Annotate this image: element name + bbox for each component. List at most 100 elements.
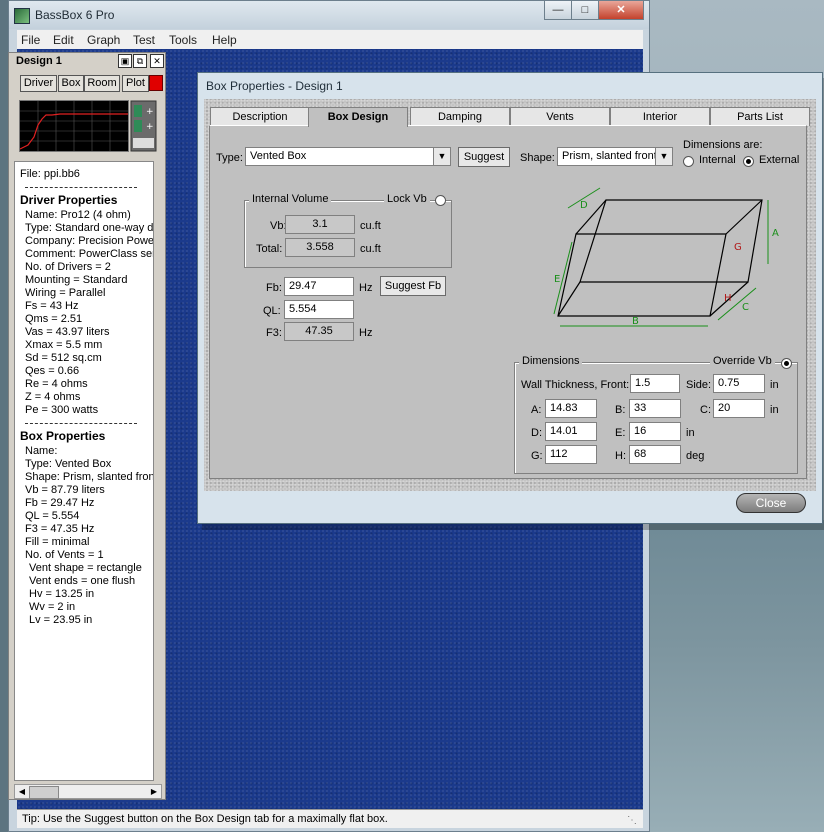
tab-box-design[interactable]: Box Design — [308, 107, 408, 127]
total-readout: 3.558 — [285, 238, 355, 257]
response-thumbnail-graph[interactable] — [19, 100, 129, 152]
b-field[interactable]: 33 — [629, 399, 681, 418]
suggest-fb-button[interactable]: Suggest Fb — [380, 276, 446, 296]
minimize-button[interactable]: — — [544, 1, 572, 20]
ql-field[interactable]: 5.554 — [284, 300, 354, 319]
box-button[interactable]: Box — [58, 75, 84, 92]
box-line: Vent ends = one flush — [29, 575, 136, 587]
close-button[interactable]: Close — [736, 493, 806, 513]
dim-letter-g: G — [734, 242, 742, 253]
status-bar: Tip: Use the Suggest button on the Box D… — [17, 809, 643, 828]
scroll-thumb[interactable] — [29, 786, 59, 799]
driver-line: Vas = 43.97 liters — [25, 326, 110, 338]
horizontal-scrollbar[interactable]: ◀ ▶ — [14, 784, 162, 799]
dimensions-are-label: Dimensions are: — [683, 139, 763, 151]
f3-label: F3: — [266, 327, 282, 339]
driver-line: Comment: PowerClass series — [25, 248, 153, 260]
menu-bar: File Edit Graph Test Tools Help — [17, 30, 643, 49]
shape-select[interactable]: Prism, slanted front ▼ — [557, 147, 673, 166]
dim-letter-c: C — [742, 302, 749, 313]
box-properties-dialog: Box Properties - Design 1 Description Bo… — [197, 72, 823, 524]
wall-front-label: Wall Thickness, Front: — [521, 379, 630, 391]
lock-vb-label: Lock Vb — [384, 193, 430, 205]
close-window-button[interactable]: ✕ — [598, 1, 644, 20]
tab-vents[interactable]: Vents — [510, 107, 610, 126]
e-field[interactable]: 16 — [629, 422, 681, 441]
internal-radio[interactable] — [683, 156, 694, 167]
plot-color-swatch[interactable] — [149, 75, 163, 91]
suggest-button[interactable]: Suggest — [458, 147, 510, 167]
type-label: Type: — [216, 152, 243, 164]
driver-button[interactable]: Driver — [20, 75, 57, 92]
menu-test[interactable]: Test — [133, 33, 155, 47]
g-field[interactable]: 112 — [545, 445, 597, 464]
driver-line: Z = 4 ohms — [25, 391, 81, 403]
save-icon[interactable]: ▣ — [118, 54, 132, 68]
room-button[interactable]: Room — [84, 75, 120, 92]
box-properties-header: Box Properties — [20, 429, 106, 443]
menu-edit[interactable]: Edit — [53, 33, 74, 47]
e-unit: in — [686, 427, 695, 439]
box-edge — [579, 199, 763, 283]
override-vb-radio[interactable] — [781, 358, 792, 369]
type-value: Vented Box — [250, 150, 307, 162]
type-select[interactable]: Vented Box ▼ — [245, 147, 451, 166]
internal-volume-group: Internal Volume Lock Vb Vb: 3.1 cu.ft To… — [244, 193, 452, 268]
box-line: Wv = 2 in — [29, 601, 76, 613]
box-edge — [557, 233, 727, 317]
tab-description[interactable]: Description — [210, 107, 310, 126]
e-label: E: — [615, 427, 626, 439]
driver-line: No. of Drivers = 2 — [25, 261, 111, 273]
c-field[interactable]: 20 — [713, 399, 765, 418]
driver-properties-header: Driver Properties — [20, 193, 118, 207]
d-label: D: — [531, 427, 542, 439]
lock-vb-radio[interactable] — [435, 195, 446, 206]
dialog-title[interactable]: Box Properties - Design 1 — [206, 79, 343, 93]
d-field[interactable]: 14.01 — [545, 422, 597, 441]
chevron-down-icon[interactable]: ▼ — [655, 148, 672, 165]
external-radio[interactable] — [743, 156, 754, 167]
resize-grip-icon[interactable]: ⋱ — [627, 815, 637, 826]
response-thumbnail-svg — [19, 101, 128, 151]
maximize-button[interactable]: □ — [571, 1, 599, 20]
a-field[interactable]: 14.83 — [545, 399, 597, 418]
copy-icon[interactable]: ⧉ — [133, 54, 147, 68]
scroll-right-icon[interactable]: ▶ — [148, 786, 160, 797]
tab-interior[interactable]: Interior — [610, 107, 710, 126]
box-line: Lv = 23.95 in — [29, 614, 93, 626]
dim-letter-a: A — [772, 228, 779, 239]
driver-line: Qms = 2.51 — [25, 313, 83, 325]
menu-tools[interactable]: Tools — [169, 33, 197, 47]
file-line: File: ppi.bb6 — [20, 168, 80, 180]
h-label: H: — [615, 450, 626, 462]
title-bar[interactable]: BassBox 6 Pro — □ ✕ — [9, 1, 649, 29]
menu-graph[interactable]: Graph — [87, 33, 120, 47]
scroll-left-icon[interactable]: ◀ — [16, 786, 28, 797]
menu-help[interactable]: Help — [212, 33, 237, 47]
driver-line: Name: Pro12 (4 ohm) — [25, 209, 131, 221]
desktop-sea — [650, 520, 824, 832]
tab-damping[interactable]: Damping — [410, 107, 510, 126]
box-line: Hv = 13.25 in — [29, 588, 95, 600]
speaker-icon[interactable]: + + — [130, 100, 157, 152]
menu-file[interactable]: File — [21, 33, 40, 47]
dialog-body: Description Box Design Damping Vents Int… — [204, 99, 816, 491]
override-vb-label: Override Vb — [710, 355, 775, 367]
ql-label: QL: — [263, 305, 281, 317]
dim-letter-d: D — [580, 200, 588, 211]
side-field[interactable]: 0.75 — [713, 374, 765, 393]
box-line: Vb = 87.79 liters — [25, 484, 105, 496]
f3-readout: 47.35 — [284, 322, 354, 341]
dimensions-title: Dimensions — [519, 355, 583, 367]
chevron-down-icon[interactable]: ▼ — [433, 148, 450, 165]
fb-unit: Hz — [359, 282, 373, 294]
plot-button[interactable]: Plot — [122, 75, 149, 92]
h-field[interactable]: 68 — [629, 445, 681, 464]
wall-front-field[interactable]: 1.5 — [630, 374, 680, 393]
close-design-icon[interactable]: ✕ — [150, 54, 164, 68]
box-line: Type: Vented Box — [25, 458, 112, 470]
dim-letter-b: B — [632, 316, 639, 327]
tab-parts-list[interactable]: Parts List — [710, 107, 810, 126]
driver-line: Re = 4 ohms — [25, 378, 88, 390]
fb-field[interactable]: 29.47 — [284, 277, 354, 296]
